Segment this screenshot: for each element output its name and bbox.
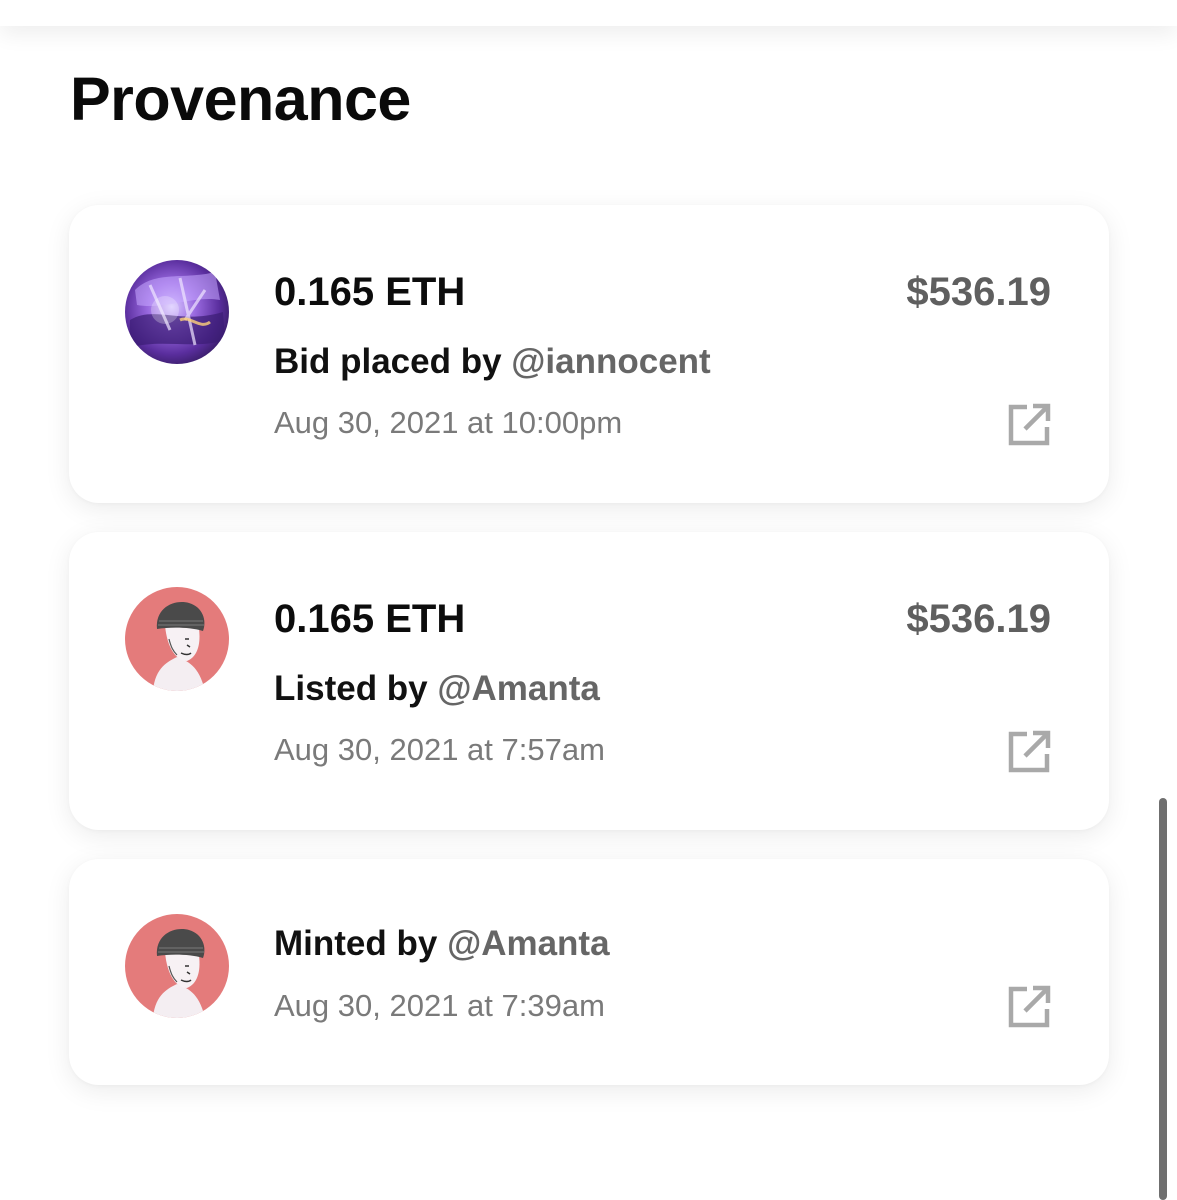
eth-amount: 0.165 ETH xyxy=(274,270,466,314)
event-action: Bid placed by @iannocent xyxy=(274,341,711,383)
event-action: Listed by @Amanta xyxy=(274,668,600,710)
beanie-portrait-avatar xyxy=(125,914,229,1018)
avatar[interactable] xyxy=(125,587,229,691)
event-date: Aug 30, 2021 at 7:57am xyxy=(274,732,605,767)
event-action: Minted by @Amanta xyxy=(274,923,610,965)
event-date: Aug 30, 2021 at 10:00pm xyxy=(274,405,623,440)
external-link-icon[interactable] xyxy=(1005,728,1053,776)
user-link[interactable]: @iannocent xyxy=(511,342,710,381)
usd-amount: $536.19 xyxy=(906,597,1051,641)
user-link[interactable]: @Amanta xyxy=(447,924,610,963)
action-label: Minted by xyxy=(274,924,448,963)
previous-card-edge xyxy=(0,0,1177,26)
avatar[interactable] xyxy=(125,914,229,1018)
avatar[interactable] xyxy=(125,260,229,364)
scrollbar[interactable] xyxy=(1159,798,1167,1200)
provenance-screen: Provenance 0.165 ETH $536.19 Bid placed … xyxy=(0,0,1177,1200)
provenance-event-card[interactable]: 0.165 ETH $536.19 Listed by @Amanta Aug … xyxy=(69,532,1109,830)
section-title: Provenance xyxy=(70,65,411,133)
action-label: Listed by xyxy=(274,669,438,708)
provenance-event-card[interactable]: 0.165 ETH $536.19 Bid placed by @iannoce… xyxy=(69,205,1109,503)
action-label: Bid placed by xyxy=(274,342,512,381)
event-date: Aug 30, 2021 at 7:39am xyxy=(274,988,605,1023)
provenance-event-card[interactable]: Minted by @Amanta Aug 30, 2021 at 7:39am xyxy=(69,859,1109,1085)
beanie-portrait-avatar xyxy=(125,587,229,691)
purple-abstract-avatar xyxy=(125,260,229,364)
external-link-icon[interactable] xyxy=(1005,983,1053,1031)
eth-amount: 0.165 ETH xyxy=(274,597,466,641)
user-link[interactable]: @Amanta xyxy=(437,669,600,708)
external-link-icon[interactable] xyxy=(1005,401,1053,449)
usd-amount: $536.19 xyxy=(906,270,1051,314)
